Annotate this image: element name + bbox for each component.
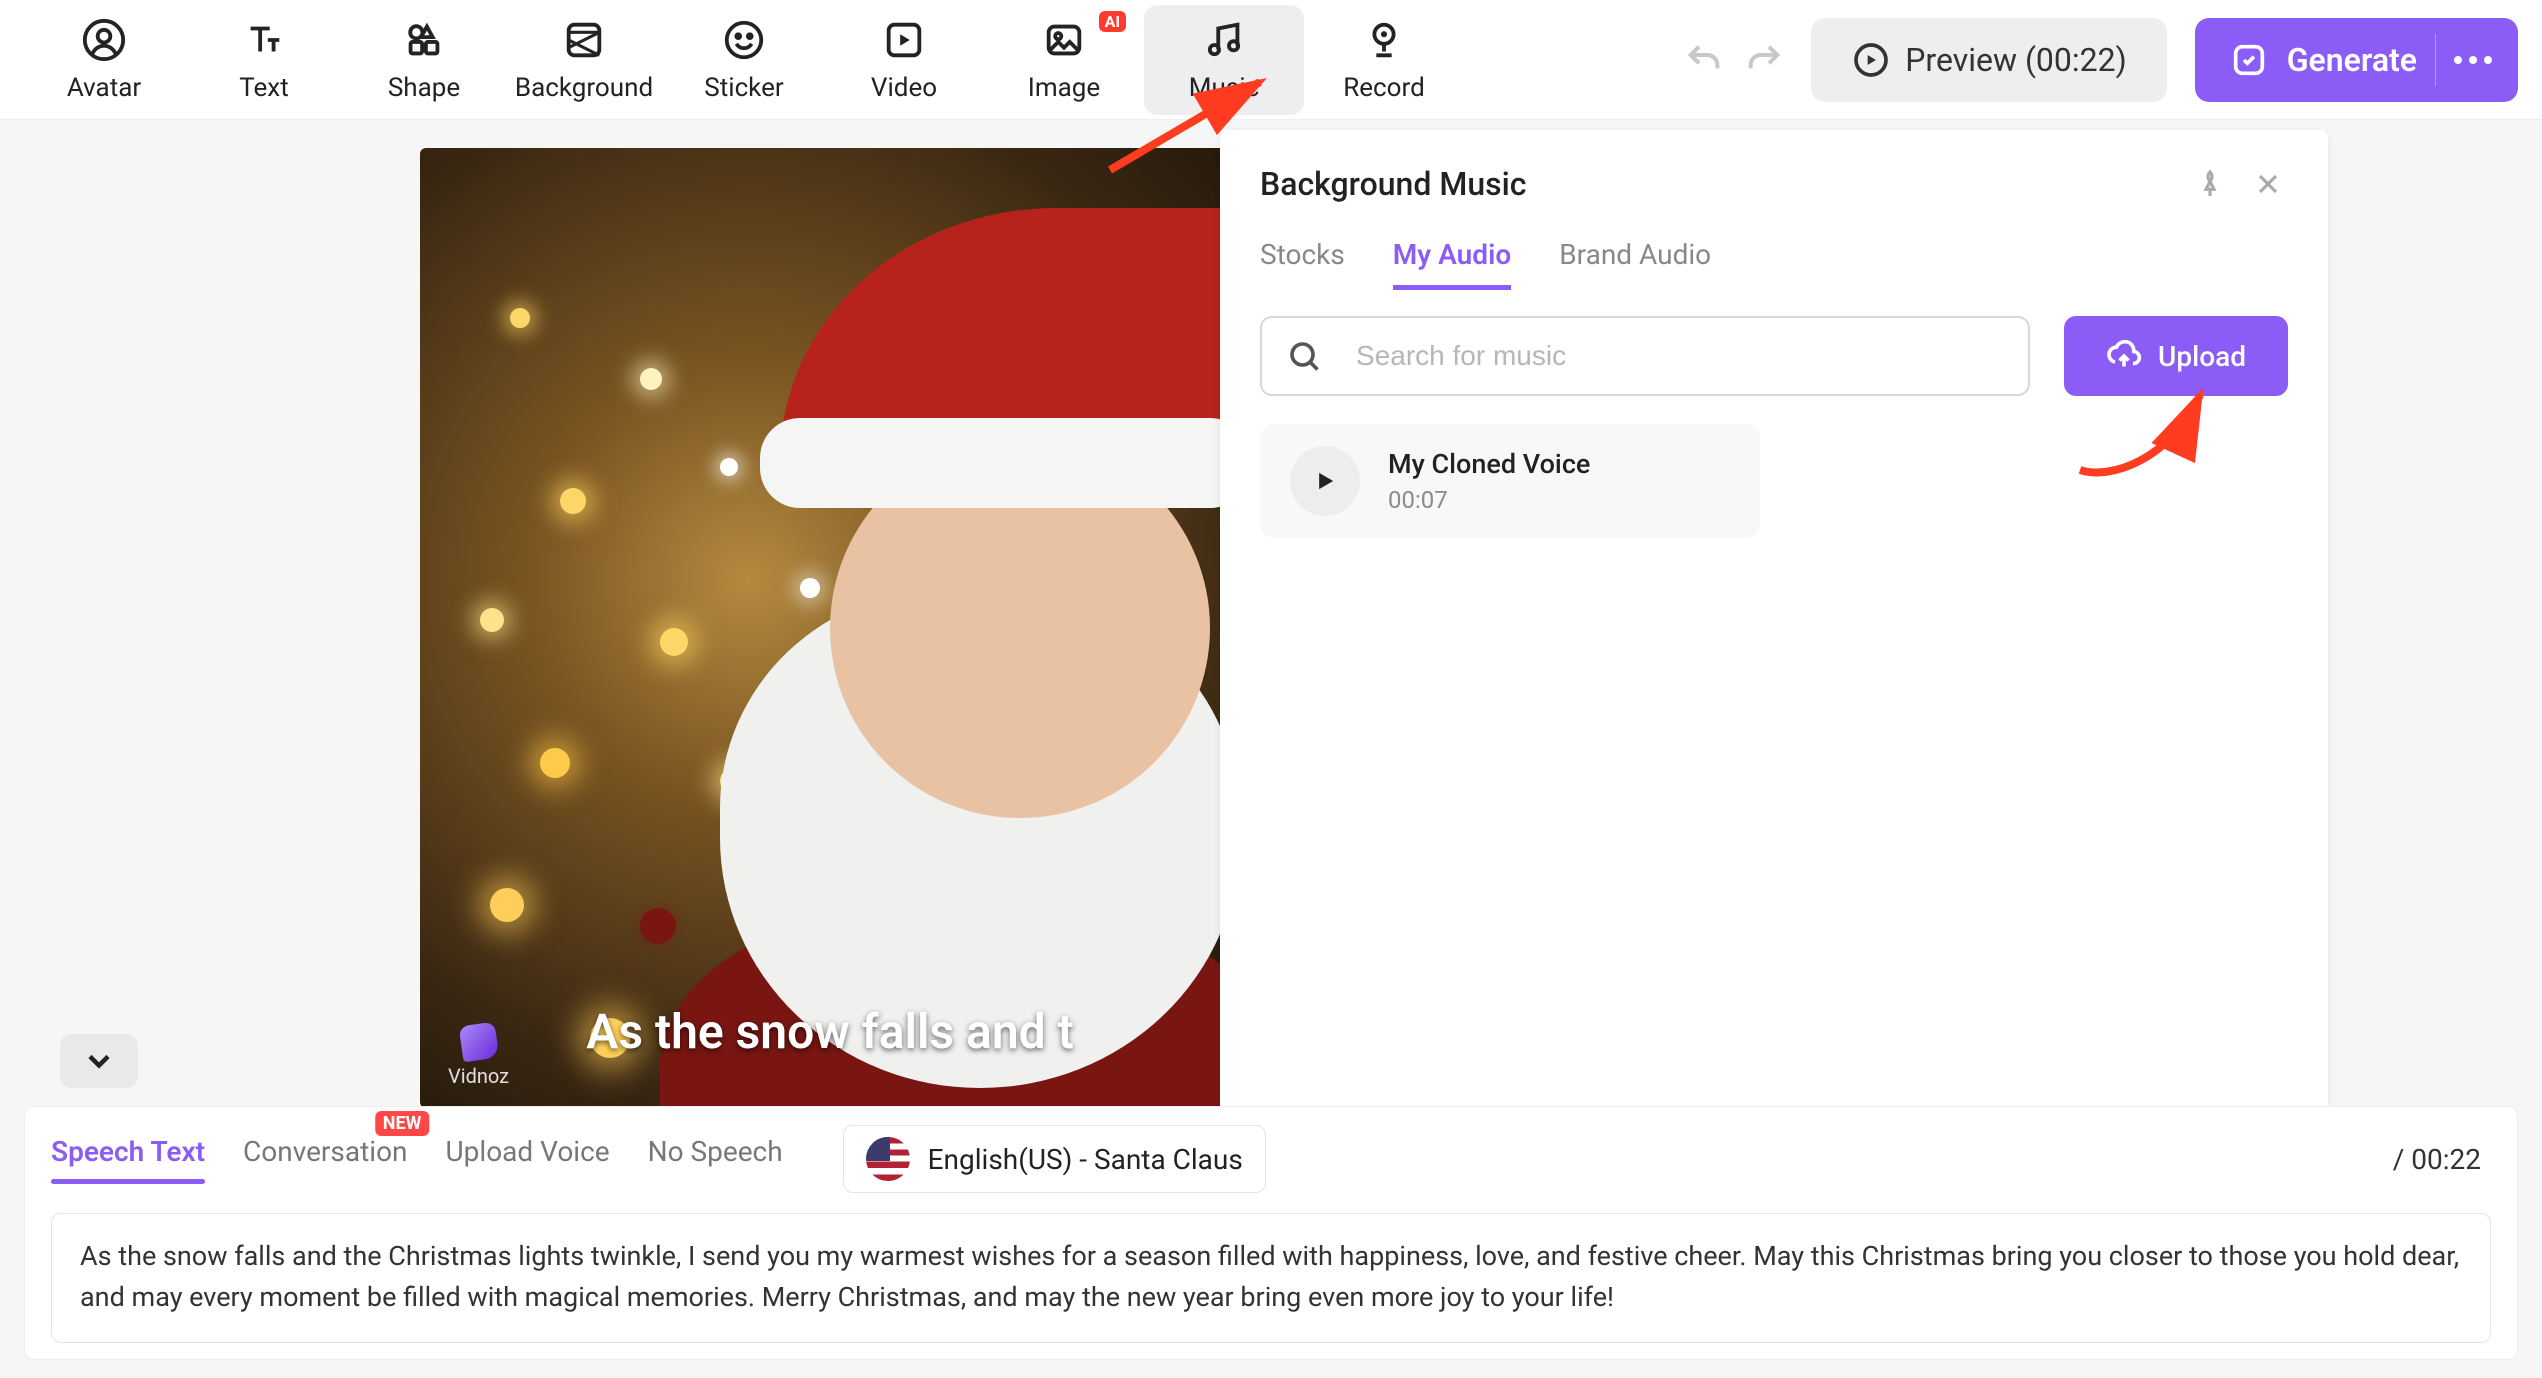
search-icon: [1286, 338, 1322, 374]
audio-name: My Cloned Voice: [1388, 448, 1590, 480]
image-icon: [1041, 17, 1087, 63]
sticker-label: Sticker: [704, 73, 783, 103]
shape-icon: [401, 17, 447, 63]
flag-us-icon: [866, 1137, 910, 1181]
video-caption: As the snow falls and t: [420, 1003, 1240, 1060]
pin-button[interactable]: [2190, 164, 2230, 204]
play-button[interactable]: [1290, 446, 1360, 516]
ai-badge: AI: [1099, 11, 1126, 32]
voice-select[interactable]: English(US) - Santa Claus: [843, 1125, 1266, 1193]
music-tool[interactable]: Music: [1144, 5, 1304, 115]
text-icon: [241, 17, 287, 63]
generate-icon: [2229, 40, 2269, 80]
audio-list: My Cloned Voice 00:07: [1260, 424, 2288, 538]
upload-icon: [2106, 338, 2142, 374]
text-tool[interactable]: Text: [184, 5, 344, 115]
watermark-text: Vidnoz: [448, 1064, 509, 1088]
tab-stocks[interactable]: Stocks: [1260, 238, 1345, 290]
generate-button[interactable]: Generate: [2195, 18, 2518, 102]
redo-icon: [1744, 40, 1784, 80]
generate-label: Generate: [2287, 41, 2417, 79]
audio-item[interactable]: My Cloned Voice 00:07: [1260, 424, 1760, 538]
background-icon: [561, 17, 607, 63]
tab-speech-text[interactable]: Speech Text: [51, 1135, 205, 1184]
video-tool[interactable]: Video: [824, 5, 984, 115]
panel-header: Background Music: [1260, 164, 2288, 204]
watermark: Vidnoz: [448, 1024, 509, 1088]
chevron-down-icon: [81, 1043, 117, 1079]
text-label: Text: [239, 73, 288, 103]
preview-label: Preview (00:22): [1905, 41, 2127, 79]
record-tool[interactable]: Record: [1304, 5, 1464, 115]
video-preview[interactable]: As the snow falls and t Vidnoz: [420, 148, 1240, 1108]
search-wrapper: [1260, 316, 2030, 396]
tool-group: Avatar Text Shape Background Sticker Vid: [24, 5, 1464, 115]
avatar-icon: [81, 17, 127, 63]
music-panel: Background Music Stocks My Audio Brand A…: [1220, 130, 2328, 1258]
shape-tool[interactable]: Shape: [344, 5, 504, 115]
generate-more-icon[interactable]: [2454, 56, 2492, 64]
music-icon: [1201, 17, 1247, 63]
record-icon: [1361, 17, 1407, 63]
search-row: Upload: [1260, 316, 2288, 396]
background-label: Background: [515, 73, 653, 103]
avatar-tool[interactable]: Avatar: [24, 5, 184, 115]
sticker-tool[interactable]: Sticker: [664, 5, 824, 115]
close-button[interactable]: [2248, 164, 2288, 204]
vidnoz-logo-icon: [458, 1022, 499, 1063]
preview-button[interactable]: Preview (00:22): [1811, 18, 2167, 102]
search-input[interactable]: [1356, 340, 2004, 372]
voice-name: English(US) - Santa Claus: [928, 1143, 1243, 1176]
bottom-panel: Speech Text Conversation NEW Upload Voic…: [24, 1106, 2518, 1360]
panel-toggle[interactable]: [60, 1034, 138, 1088]
play-circle-icon: [1851, 40, 1891, 80]
new-badge: NEW: [375, 1111, 430, 1136]
avatar-label: Avatar: [67, 73, 141, 103]
upload-button[interactable]: Upload: [2064, 316, 2288, 396]
undo-icon: [1684, 40, 1724, 80]
upload-label: Upload: [2158, 340, 2246, 373]
history-controls: [1677, 33, 1791, 87]
audio-duration: 00:07: [1388, 486, 1590, 514]
bottom-tabs: Speech Text Conversation NEW Upload Voic…: [51, 1125, 2491, 1193]
shape-label: Shape: [388, 73, 460, 103]
image-tool[interactable]: AI Image: [984, 5, 1144, 115]
panel-tabs: Stocks My Audio Brand Audio: [1260, 238, 2288, 290]
pin-icon: [2194, 168, 2226, 200]
speech-textarea[interactable]: As the snow falls and the Christmas ligh…: [51, 1213, 2491, 1343]
sticker-icon: [721, 17, 767, 63]
play-icon: [1311, 467, 1339, 495]
video-icon: [881, 17, 927, 63]
tab-my-audio[interactable]: My Audio: [1393, 238, 1511, 290]
toolbar: Avatar Text Shape Background Sticker Vid: [0, 0, 2542, 120]
santa-avatar: [680, 208, 1240, 1108]
undo-button[interactable]: [1677, 33, 1731, 87]
video-label: Video: [871, 73, 937, 103]
tab-brand-audio[interactable]: Brand Audio: [1559, 238, 1711, 290]
image-label: Image: [1028, 73, 1100, 103]
panel-title: Background Music: [1260, 165, 2172, 203]
redo-button[interactable]: [1737, 33, 1791, 87]
tab-upload-voice[interactable]: Upload Voice: [446, 1135, 610, 1184]
background-tool[interactable]: Background: [504, 5, 664, 115]
time-display: / 00:22: [2393, 1143, 2491, 1176]
music-label: Music: [1189, 73, 1259, 103]
record-label: Record: [1343, 73, 1424, 103]
tab-no-speech[interactable]: No Speech: [648, 1135, 783, 1184]
close-icon: [2252, 168, 2284, 200]
tab-conversation[interactable]: Conversation NEW: [243, 1135, 407, 1184]
